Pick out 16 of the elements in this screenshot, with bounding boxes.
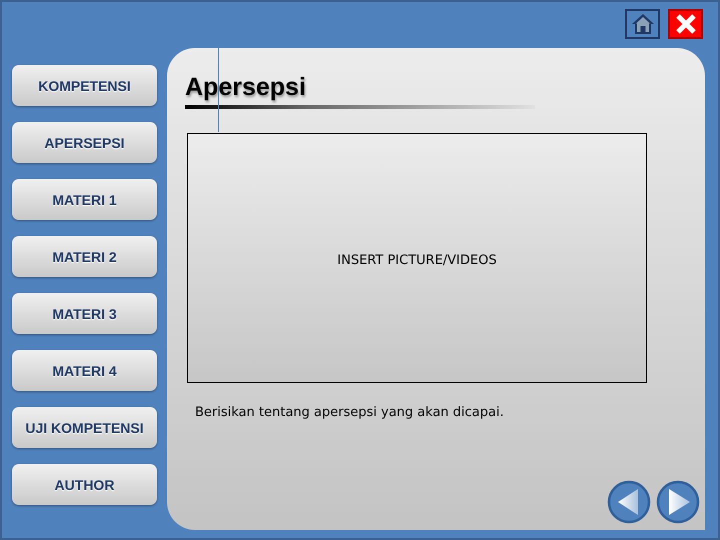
menu-button[interactable]: MATERI 3 (12, 293, 157, 334)
placeholder-text: INSERT PICTURE/VIDEOS (337, 252, 497, 268)
menu-button[interactable]: MATERI 2 (12, 236, 157, 277)
menu-button[interactable]: UJI KOMPETENSI (12, 407, 157, 448)
previous-button[interactable] (607, 480, 651, 524)
menu-button[interactable]: KOMPETENSI (12, 65, 157, 106)
menu-button[interactable]: AUTHOR (12, 464, 157, 505)
menu-button[interactable]: MATERI 4 (12, 350, 157, 391)
next-button[interactable] (656, 480, 700, 524)
home-button[interactable] (625, 9, 660, 39)
description-text: Berisikan tentang apersepsi yang akan dicapai. (195, 405, 504, 420)
close-icon (674, 14, 696, 34)
close-button[interactable] (668, 9, 703, 39)
menu-button[interactable]: MATERI 1 (12, 179, 157, 220)
home-icon (630, 13, 654, 35)
menu-button[interactable]: APERSEPSI (12, 122, 157, 163)
